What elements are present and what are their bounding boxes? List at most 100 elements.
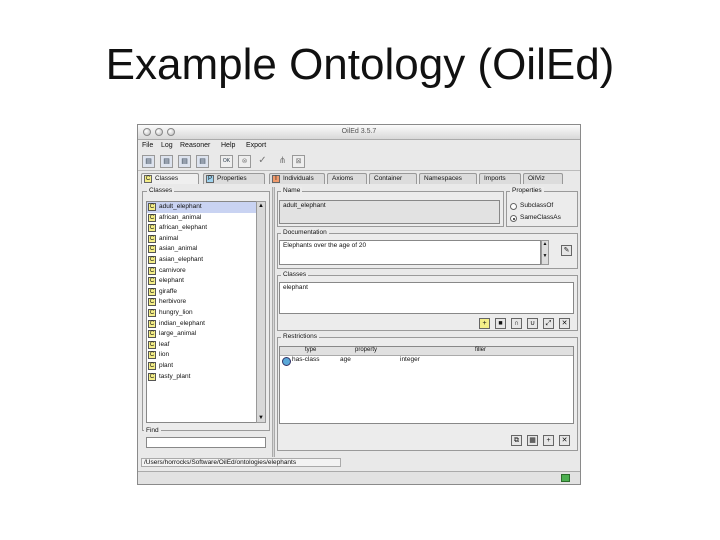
- tab-oilviz[interactable]: OilViz: [523, 173, 563, 184]
- tab-properties[interactable]: P Properties: [203, 173, 265, 184]
- classes-panel-legend: Classes: [147, 187, 175, 194]
- tab-classes[interactable]: C Classes: [141, 173, 199, 184]
- list-item[interactable]: Clarge_animal: [147, 329, 258, 340]
- class-icon: C: [148, 287, 156, 296]
- tab-label: Individuals: [283, 175, 314, 182]
- paste-restriction-icon[interactable]: ▦: [527, 435, 538, 446]
- list-item[interactable]: Cplant: [147, 361, 258, 372]
- tab-namespaces[interactable]: Namespaces: [419, 173, 477, 184]
- tab-label: Axioms: [332, 175, 354, 182]
- list-item[interactable]: Celephant: [147, 276, 258, 287]
- properties-panel-legend: Properties: [510, 187, 544, 194]
- list-item[interactable]: Cafrican_elephant: [147, 223, 258, 234]
- list-item[interactable]: Canimal: [147, 234, 258, 245]
- tab-label: Properties: [217, 175, 247, 182]
- open-icon[interactable]: ▤: [142, 155, 155, 168]
- list-item[interactable]: Cindian_elephant: [147, 319, 258, 330]
- class-icon: C: [148, 213, 156, 222]
- tab-label: Container: [374, 175, 403, 182]
- menu-file[interactable]: File: [142, 142, 153, 149]
- class-icon: C: [148, 340, 156, 349]
- list-item[interactable]: Cafrican_animal: [147, 213, 258, 224]
- tab-individuals[interactable]: I Individuals: [269, 173, 325, 184]
- add-restriction-row-icon[interactable]: +: [543, 435, 554, 446]
- tab-label: Namespaces: [424, 175, 462, 182]
- scroll-down-icon[interactable]: ▼: [257, 414, 265, 422]
- list-item[interactable]: Clion: [147, 350, 258, 361]
- class-name-field[interactable]: adult_elephant: [279, 200, 500, 224]
- settings-icon[interactable]: ⊠: [292, 155, 305, 168]
- copy-restriction-icon[interactable]: ⧉: [511, 435, 522, 446]
- table-row[interactable]: has-class age integer: [280, 356, 573, 366]
- class-list-scrollbar[interactable]: ▲ ▼: [256, 201, 266, 423]
- documentation-textarea[interactable]: Elephants over the age of 20: [279, 240, 541, 265]
- hierarchy-icon[interactable]: ⋔: [276, 155, 289, 168]
- class-icon: C: [148, 308, 156, 317]
- save-as-icon[interactable]: ▤: [196, 155, 209, 168]
- menu-export[interactable]: Export: [246, 142, 266, 149]
- window-title: OilEd 3.5.7: [341, 128, 377, 135]
- column-header-type: type: [305, 347, 317, 353]
- find-input[interactable]: [146, 437, 266, 448]
- status-bar: /Users/horrocks/Software/OilEd/ontologie…: [141, 457, 579, 468]
- menu-reasoner[interactable]: Reasoner: [180, 142, 210, 149]
- name-panel-legend: Name: [281, 187, 303, 194]
- expand-icon[interactable]: ⤢: [543, 318, 554, 329]
- classify-icon[interactable]: ⊗: [238, 155, 251, 168]
- tab-imports[interactable]: Imports: [479, 173, 521, 184]
- list-item[interactable]: Cherbivore: [147, 297, 258, 308]
- list-item[interactable]: Ccarnivore: [147, 266, 258, 277]
- class-icon: C: [148, 298, 156, 307]
- tab-label: Imports: [484, 175, 506, 182]
- subclassof-radio[interactable]: [510, 203, 517, 210]
- oiled-window: OilEd 3.5.7 File Log Reasoner Help Expor…: [137, 124, 581, 485]
- class-icon: C: [148, 234, 156, 243]
- list-item[interactable]: Ctasty_plant: [147, 372, 258, 383]
- individual-icon: I: [272, 175, 280, 183]
- list-item[interactable]: Cgiraffe: [147, 287, 258, 298]
- class-list[interactable]: Cadult_elephant Cafrican_animal Cafrican…: [146, 201, 259, 423]
- restriction-property: age: [340, 356, 351, 363]
- save-icon[interactable]: ▤: [160, 155, 173, 168]
- list-item[interactable]: Cleaf: [147, 340, 258, 351]
- class-icon: C: [148, 224, 156, 233]
- list-item[interactable]: Casian_elephant: [147, 255, 258, 266]
- class-icon: C: [144, 175, 152, 183]
- restrictions-table[interactable]: type property filler has-class age integ…: [279, 346, 574, 424]
- column-header-filler: filler: [475, 347, 487, 353]
- class-icon: C: [148, 330, 156, 339]
- class-icon: C: [148, 372, 156, 381]
- edit-icon[interactable]: ✎: [561, 245, 572, 256]
- intersection-icon[interactable]: ∩: [511, 318, 522, 329]
- tab-label: OilViz: [528, 175, 545, 182]
- ok-button[interactable]: OK: [220, 155, 233, 168]
- restriction-filler: integer: [400, 356, 420, 363]
- delete-restriction-icon[interactable]: ✕: [559, 435, 570, 446]
- sameclassas-radio[interactable]: [510, 215, 517, 222]
- delete-class-icon[interactable]: ✕: [559, 318, 570, 329]
- restriction-type-icon: [282, 357, 291, 366]
- class-icon: C: [148, 319, 156, 328]
- list-item[interactable]: Chungry_lion: [147, 308, 258, 319]
- menu-help[interactable]: Help: [221, 142, 235, 149]
- check-icon[interactable]: ✓: [256, 155, 269, 168]
- add-class-icon[interactable]: +: [479, 318, 490, 329]
- list-item[interactable]: Casian_animal: [147, 244, 258, 255]
- tab-container[interactable]: Container: [369, 173, 417, 184]
- documentation-scrollbar[interactable]: ▲ ▼: [541, 240, 549, 265]
- window-titlebar: OilEd 3.5.7: [138, 125, 580, 140]
- toolbar: ▤ ▤ ▤ ▤ OK ⊗ ✓ ⋔ ⊠: [138, 152, 580, 171]
- superclasses-list[interactable]: elephant: [279, 282, 574, 314]
- tab-axioms[interactable]: Axioms: [327, 173, 367, 184]
- union-icon[interactable]: ∪: [527, 318, 538, 329]
- print-icon[interactable]: ▤: [178, 155, 191, 168]
- find-label: Find: [144, 427, 161, 434]
- splitter-handle[interactable]: [272, 187, 275, 457]
- restrictions-panel-legend: Restrictions: [281, 333, 319, 340]
- class-icon: C: [148, 203, 156, 211]
- tab-bar: C Classes P Properties I Individuals Axi…: [141, 173, 579, 185]
- add-restriction-icon[interactable]: ■: [495, 318, 506, 329]
- menu-log[interactable]: Log: [161, 142, 173, 149]
- list-item[interactable]: Cadult_elephant: [147, 202, 258, 213]
- scroll-up-icon[interactable]: ▲: [257, 202, 265, 210]
